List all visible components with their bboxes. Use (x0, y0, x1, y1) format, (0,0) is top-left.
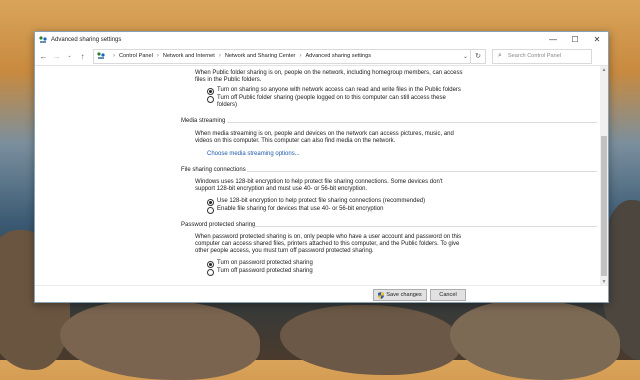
radio-unselected-icon (207, 268, 214, 276)
desktop-rock (60, 300, 260, 380)
chevron-right-icon: › (218, 53, 221, 59)
up-arrow-icon[interactable]: ↑ (76, 49, 89, 63)
section-divider (247, 171, 597, 172)
scrollbar-thumb[interactable] (601, 136, 607, 276)
radio-label: Turn off Public folder sharing (people l… (217, 95, 446, 109)
breadcrumb-sharing-center[interactable]: Network and Sharing Center (225, 53, 296, 59)
section-heading-file-sharing: File sharing connections (181, 167, 246, 173)
forward-arrow-icon[interactable]: → (50, 49, 63, 63)
radio-label: Turn on sharing so anyone with network a… (217, 87, 461, 93)
section-divider (249, 226, 597, 227)
cancel-button[interactable]: Cancel (430, 289, 466, 301)
radio-public-off[interactable]: Turn off Public folder sharing (people l… (207, 95, 457, 109)
radio-label: Use 128-bit encryption to help protect f… (217, 198, 426, 204)
cancel-label: Cancel (439, 292, 457, 298)
vertical-scrollbar[interactable]: ▲ ▼ (600, 66, 608, 286)
breadcrumb-network-internet[interactable]: Network and Internet (163, 53, 215, 59)
network-icon (39, 35, 47, 43)
address-bar: ← → ⌄ ↑ › Control Panel › Network and In… (35, 47, 608, 66)
radio-password-on[interactable]: Turn on password protected sharing (207, 260, 487, 268)
search-box[interactable]: ⌕ Search Control Panel (492, 48, 592, 64)
chevron-right-icon: › (299, 53, 302, 59)
radio-unselected-icon (207, 206, 214, 214)
public-folder-description: When Public folder sharing is on, people… (195, 70, 463, 84)
search-icon: ⌕ (498, 52, 502, 59)
radio-public-on[interactable]: Turn on sharing so anyone with network a… (207, 87, 487, 95)
desktop-rock (280, 305, 460, 375)
control-panel-icon (97, 52, 105, 59)
password-sharing-description: When password protected sharing is on, o… (195, 234, 462, 255)
chevron-right-icon: › (113, 53, 115, 59)
section-divider (227, 122, 597, 123)
file-sharing-description: Windows uses 128-bit encryption to help … (195, 179, 443, 193)
radio-label: Enable file sharing for devices that use… (217, 206, 384, 212)
media-streaming-link[interactable]: Choose media streaming options... (207, 151, 300, 157)
media-streaming-description: When media streaming is on, people and d… (195, 131, 454, 145)
radio-label: Turn on password protected sharing (217, 260, 313, 266)
radio-encryption-128[interactable]: Use 128-bit encryption to help protect f… (207, 198, 487, 206)
maximize-button[interactable]: ☐ (564, 32, 586, 47)
section-heading-password: Password protected sharing (181, 222, 256, 228)
chevron-down-icon[interactable]: ⌄ (463, 53, 468, 60)
radio-encryption-40-56[interactable]: Enable file sharing for devices that use… (207, 206, 487, 214)
save-changes-label: Save changes (386, 292, 422, 298)
radio-password-off[interactable]: Turn off password protected sharing (207, 268, 487, 276)
minimize-button[interactable]: — (542, 32, 564, 47)
radio-selected-icon (207, 198, 214, 206)
search-input[interactable]: Search Control Panel (508, 53, 561, 59)
desktop-rock (450, 300, 620, 380)
close-button[interactable]: ✕ (586, 32, 608, 47)
uac-shield-icon (378, 291, 385, 299)
recent-dropdown-icon[interactable]: ⌄ (63, 49, 76, 63)
radio-selected-icon (207, 87, 214, 95)
scroll-up-icon[interactable]: ▲ (600, 66, 608, 74)
back-arrow-icon[interactable]: ← (37, 49, 50, 63)
breadcrumb[interactable]: › Control Panel › Network and Internet ›… (93, 48, 471, 64)
breadcrumb-control-panel[interactable]: Control Panel (119, 53, 153, 59)
settings-content: When Public folder sharing is on, people… (35, 66, 600, 286)
chevron-right-icon: › (156, 53, 159, 59)
window-title: Advanced sharing settings (51, 36, 122, 43)
save-changes-button[interactable]: Save changes (373, 289, 427, 301)
radio-selected-icon (207, 260, 214, 268)
radio-label: Turn off password protected sharing (217, 268, 313, 274)
advanced-sharing-window: Advanced sharing settings — ☐ ✕ ← → ⌄ ↑ … (34, 31, 609, 303)
title-bar[interactable]: Advanced sharing settings — ☐ ✕ (35, 32, 608, 47)
refresh-icon[interactable]: ↻ (471, 48, 486, 64)
section-heading-media: Media streaming (181, 118, 226, 124)
breadcrumb-advanced-sharing[interactable]: Advanced sharing settings (305, 53, 371, 59)
radio-unselected-icon (207, 95, 214, 103)
button-bar: Save changes Cancel (35, 285, 608, 302)
